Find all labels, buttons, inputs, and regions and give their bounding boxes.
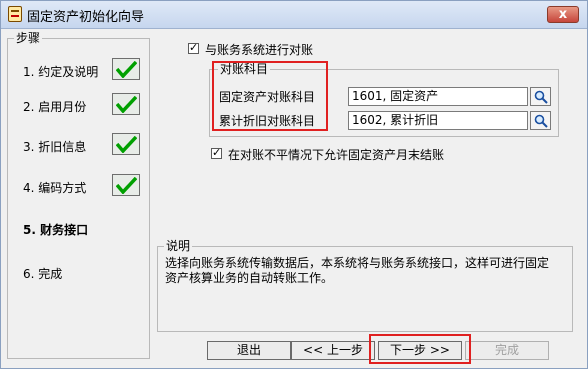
reconcile-checkbox-label: 与账务系统进行对账	[205, 43, 314, 57]
magnifier-icon	[534, 114, 548, 128]
description-text: 选择向账务系统传输数据后，本系统将与账务系统接口，这样可进行固定资产核算业务的自…	[165, 256, 550, 285]
step-4-done-check-icon	[112, 174, 140, 196]
step-2-done-check-icon	[112, 93, 140, 115]
previous-step-button[interactable]: << 上一步	[291, 341, 375, 360]
allow-close-checkbox-label: 在对账不平情况下允许固定资产月末结账	[228, 148, 445, 162]
finish-button: 完成	[465, 341, 549, 360]
reconcile-checkbox[interactable]	[188, 41, 199, 54]
steps-group	[7, 38, 150, 359]
allow-close-checkbox[interactable]	[211, 146, 222, 159]
title-bar[interactable]: 固定资产初始化向导 x	[1, 1, 587, 29]
close-button[interactable]: x	[547, 6, 579, 23]
description-group-title: 说明	[164, 239, 193, 253]
exit-button[interactable]: 退出	[207, 341, 291, 360]
fixed-asset-account-lookup-button[interactable]	[530, 87, 551, 106]
step-2-label: 2. 启用月份	[23, 100, 87, 114]
step-3-done-check-icon	[112, 133, 140, 155]
accounts-highlight-frame	[212, 61, 328, 131]
depreciation-account-lookup-button[interactable]	[530, 111, 551, 130]
step-4-label: 4. 编码方式	[23, 181, 87, 195]
step-5-label-current: 5. 财务接口	[23, 223, 89, 237]
step-3-label: 3. 折旧信息	[23, 140, 87, 154]
step-6-label: 6. 完成	[23, 267, 63, 281]
app-icon	[8, 6, 22, 22]
next-button-highlight-frame	[369, 334, 471, 364]
step-1-label: 1. 约定及说明	[23, 65, 99, 79]
steps-group-title: 步骤	[14, 31, 43, 45]
wizard-window: 固定资产初始化向导 x 步骤 1. 约定及说明 2. 启用月份 3. 折旧信息 …	[0, 0, 588, 369]
fixed-asset-account-field[interactable]: 1601, 固定资产	[348, 87, 528, 106]
depreciation-account-field[interactable]: 1602, 累计折旧	[348, 111, 528, 130]
magnifier-icon	[534, 90, 548, 104]
window-title: 固定资产初始化向导	[27, 10, 145, 25]
step-1-done-check-icon	[112, 58, 140, 80]
